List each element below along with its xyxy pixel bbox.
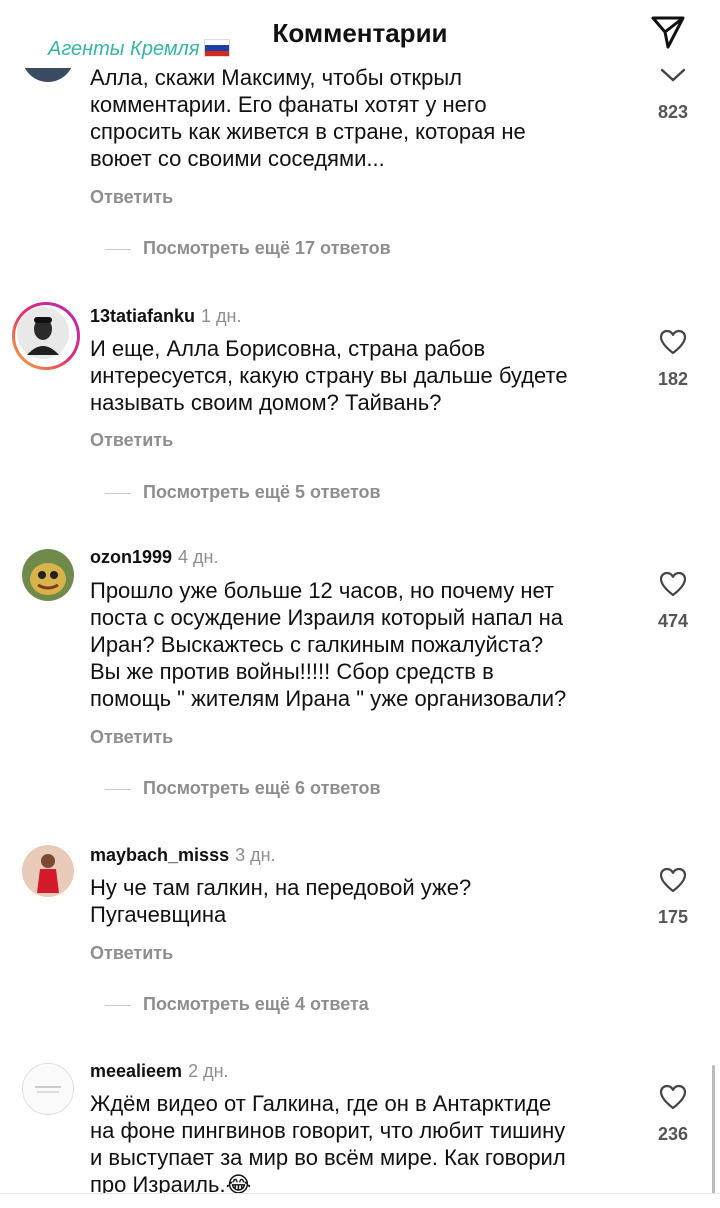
- heart-outline-icon: [659, 571, 687, 597]
- reply-button[interactable]: Ответить: [90, 943, 173, 964]
- like-count: 182: [657, 369, 689, 389]
- timestamp: 1 дн.: [201, 306, 242, 326]
- comment-text: Ну че там галкин, на передовой уже? Пуга…: [90, 875, 472, 927]
- heart-outline-icon: [659, 329, 687, 355]
- like-count: 236: [657, 1124, 689, 1144]
- comment-text: И еще, Алла Борисовна, страна рабов инте…: [90, 336, 568, 415]
- reply-button[interactable]: Ответить: [90, 727, 173, 748]
- timestamp: 2 дн.: [188, 1061, 229, 1081]
- comment-text: Алла, скажи Максиму, чтобы открыл коммен…: [90, 65, 526, 171]
- timestamp: 4 дн.: [178, 547, 219, 567]
- comment-meta: ozon1999 4 дн.: [90, 547, 219, 568]
- heart-outline-icon: [659, 867, 687, 893]
- paper-plane-icon: [651, 16, 685, 49]
- avatar-image: [23, 1064, 73, 1114]
- username[interactable]: meealieem: [90, 1061, 182, 1081]
- like-count: 823: [657, 102, 689, 122]
- comment-text: Прошло уже больше 12 часов, но почему не…: [90, 578, 567, 711]
- avatar-image: [22, 549, 74, 601]
- like-button[interactable]: 823: [650, 68, 696, 123]
- like-button[interactable]: 236: [650, 1084, 696, 1145]
- comment-text: Ждём видео от Галкина, где он в Антаркти…: [90, 1091, 566, 1197]
- watermark: Агенты Кремля: [48, 38, 230, 61]
- comment-meta: 13tatiafanku 1 дн.: [90, 306, 242, 327]
- chevron-down-icon: [660, 68, 686, 82]
- reply-button[interactable]: Ответить: [90, 430, 173, 451]
- avatar-image: [17, 307, 69, 359]
- russian-flag-icon: [203, 39, 230, 57]
- view-more-replies[interactable]: Посмотреть ещё 17 ответов: [105, 238, 391, 259]
- watermark-text: Агенты Кремля: [48, 38, 200, 60]
- bottom-bar: [0, 1193, 720, 1208]
- avatar[interactable]: [22, 845, 74, 897]
- like-count: 474: [657, 611, 689, 631]
- like-count: 175: [657, 907, 689, 927]
- heart-outline-icon: [659, 1084, 687, 1110]
- like-button[interactable]: 474: [650, 571, 696, 632]
- view-more-replies[interactable]: Посмотреть ещё 5 ответов: [105, 482, 381, 503]
- view-more-replies[interactable]: Посмотреть ещё 6 ответов: [105, 778, 381, 799]
- scrollbar[interactable]: [712, 1065, 715, 1195]
- like-button[interactable]: 182: [650, 329, 696, 390]
- share-button[interactable]: [650, 14, 686, 50]
- reply-button[interactable]: Ответить: [90, 187, 173, 208]
- username[interactable]: maybach_misss: [90, 845, 229, 865]
- avatar[interactable]: [22, 1063, 74, 1115]
- avatar[interactable]: [12, 302, 80, 370]
- view-more-replies[interactable]: Посмотреть ещё 4 ответа: [105, 994, 369, 1015]
- like-button[interactable]: 175: [650, 867, 696, 928]
- avatar-image: [22, 845, 74, 897]
- comment-meta: maybach_misss 3 дн.: [90, 845, 276, 866]
- timestamp: 3 дн.: [235, 845, 276, 865]
- username[interactable]: ozon1999: [90, 547, 172, 567]
- header: Комментарии Агенты Кремля: [0, 0, 720, 68]
- avatar[interactable]: [22, 549, 74, 601]
- comment-meta: meealieem 2 дн.: [90, 1061, 229, 1082]
- username[interactable]: 13tatiafanku: [90, 306, 195, 326]
